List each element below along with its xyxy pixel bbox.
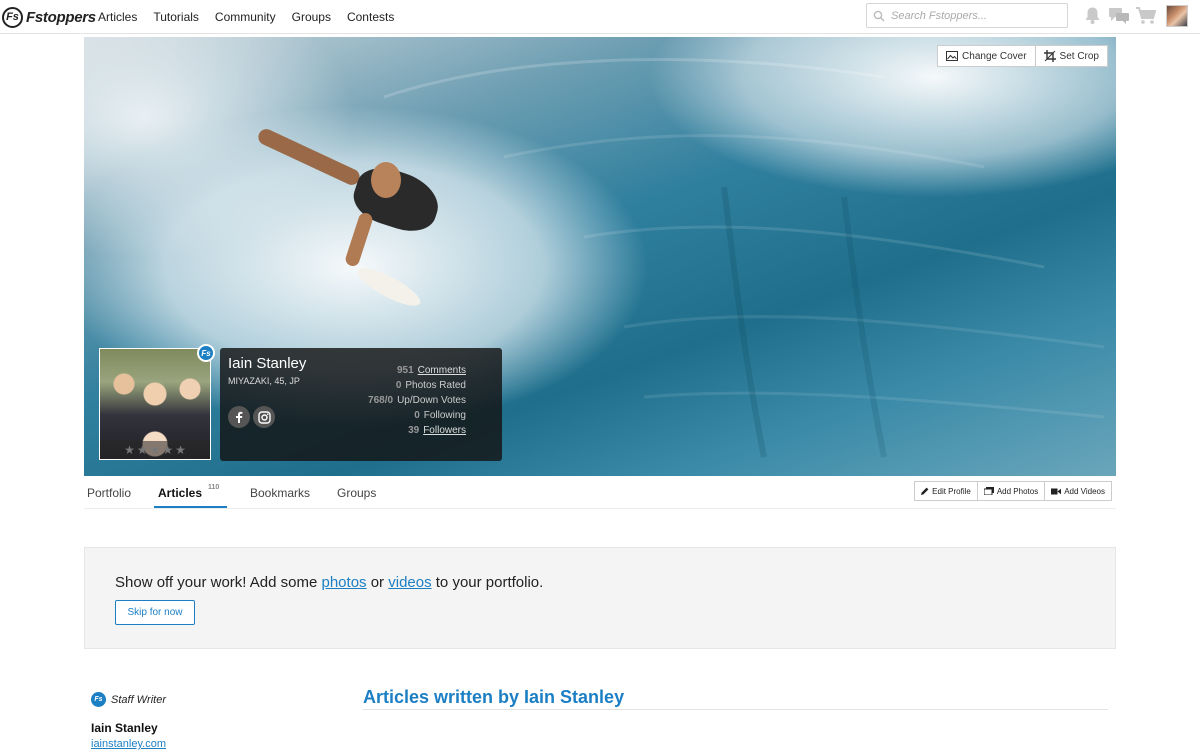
bell-icon[interactable] [1084, 6, 1101, 25]
nav-contests[interactable]: Contests [347, 10, 394, 24]
instagram-icon[interactable] [253, 406, 275, 428]
prompt-text-1: Show off your work! Add some [115, 574, 322, 591]
stat-value: 951 [396, 365, 414, 376]
videos-link[interactable]: videos [388, 574, 431, 591]
add-videos-button[interactable]: Add Videos [1044, 481, 1112, 501]
search-box [866, 3, 1068, 28]
photos-link[interactable]: photos [322, 574, 367, 591]
logo-badge: Fs [2, 6, 23, 28]
stat-value: 0 [414, 410, 420, 421]
image-icon [946, 51, 959, 61]
nav-tutorials[interactable]: Tutorials [153, 10, 199, 24]
stat-votes: 768/0 Up/Down Votes [368, 393, 466, 408]
stat-photos-rated: 0 Photos Rated [368, 378, 466, 393]
cart-icon[interactable] [1135, 6, 1157, 25]
nav-community[interactable]: Community [215, 10, 276, 24]
star-rating[interactable]: ★ ★ ★ ★ ★ [100, 441, 210, 459]
stat-label: Following [423, 410, 466, 421]
author-website-link[interactable]: iainstanley.com [91, 738, 166, 750]
profile-tabs: Portfolio Articles 110 Bookmarks Groups E… [84, 477, 1116, 509]
set-crop-label: Set Crop [1059, 50, 1099, 62]
profile-location: MIYAZAKI, 45, JP [228, 376, 300, 386]
staff-role: Staff Writer [111, 693, 167, 706]
chat-icon[interactable] [1108, 6, 1130, 25]
stat-value: 0 [395, 380, 402, 391]
star-icon[interactable]: ★ [175, 443, 186, 457]
cover-actions: Change Cover Set Crop [937, 45, 1108, 67]
logo-text: Fstoppers [26, 8, 96, 26]
prompt-text-3: to your portfolio. [431, 574, 544, 591]
change-cover-label: Change Cover [962, 50, 1027, 62]
articles-heading: Articles written by Iain Stanley [363, 687, 625, 707]
heading-divider [363, 709, 1108, 710]
star-icon[interactable]: ★ [150, 443, 161, 457]
portfolio-prompt: Show off your work! Add some photos or v… [84, 547, 1116, 649]
comments-link[interactable]: Comments [418, 365, 466, 376]
tab-bookmarks[interactable]: Bookmarks [250, 486, 310, 500]
tab-groups[interactable]: Groups [337, 486, 376, 500]
stat-followers: 39 Followers [368, 423, 466, 438]
author-name: Iain Stanley [91, 721, 158, 735]
staff-writer-badge: Fs Staff Writer [91, 692, 166, 707]
stat-value: 768/0 [368, 395, 394, 406]
nav-groups[interactable]: Groups [292, 10, 331, 24]
stat-label: Up/Down Votes [397, 395, 466, 406]
add-videos-label: Add Videos [1064, 486, 1105, 496]
stat-comments: 951 Comments [368, 363, 466, 378]
fstoppers-logo[interactable]: Fs Fstoppers [2, 5, 96, 29]
prompt-text-2: or [366, 574, 389, 591]
nav-articles[interactable]: Articles [98, 10, 137, 24]
facebook-icon[interactable] [228, 406, 250, 428]
tab-articles[interactable]: Articles 110 [158, 484, 220, 500]
fstoppers-badge-icon: Fs [91, 692, 106, 707]
skip-for-now-button[interactable]: Skip for now [115, 600, 195, 625]
pencil-icon [921, 487, 929, 495]
edit-profile-label: Edit Profile [932, 486, 971, 496]
add-photos-label: Add Photos [996, 486, 1039, 496]
stat-following: 0 Following [368, 408, 466, 423]
search-input[interactable] [889, 8, 1063, 23]
surfer-head [371, 162, 401, 198]
articles-count-badge: 110 [208, 484, 220, 491]
edit-profile-button[interactable]: Edit Profile [914, 481, 978, 501]
fstoppers-badge-icon: Fs [197, 344, 215, 362]
profile-stats: 951 Comments 0 Photos Rated 768/0 Up/Down V… [368, 363, 466, 438]
add-photos-button[interactable]: Add Photos [976, 481, 1046, 501]
profile-actions: Edit Profile Add Photos Add Videos [914, 481, 1112, 501]
crop-icon [1043, 50, 1056, 62]
video-camera-icon [1051, 488, 1062, 494]
profile-picture[interactable]: ★ ★ ★ ★ ★ [99, 348, 211, 460]
star-icon[interactable]: ★ [162, 443, 173, 457]
stat-label: Photos Rated [405, 380, 466, 391]
followers-link[interactable]: Followers [423, 425, 466, 436]
tab-articles-label: Articles [158, 486, 203, 500]
star-icon[interactable]: ★ [124, 443, 135, 457]
star-icon[interactable]: ★ [137, 443, 148, 457]
top-navbar: Fs Fstoppers Articles Tutorials Communit… [0, 0, 1200, 34]
stat-value: 39 [408, 425, 420, 436]
photos-icon [983, 487, 994, 495]
prompt-text: Show off your work! Add some photos or v… [115, 574, 543, 591]
search-icon [873, 10, 885, 22]
user-avatar[interactable] [1166, 5, 1188, 27]
active-tab-indicator [154, 506, 227, 508]
main-nav: Articles Tutorials Community Groups Cont… [98, 10, 410, 24]
tab-portfolio[interactable]: Portfolio [87, 486, 131, 500]
set-crop-button[interactable]: Set Crop [1034, 45, 1108, 67]
change-cover-button[interactable]: Change Cover [937, 45, 1036, 67]
cover-photo: Change Cover Set Crop ★ ★ ★ ★ ★ Fs Iain … [84, 37, 1116, 476]
profile-name: Iain Stanley [228, 355, 307, 372]
profile-info-card: Iain Stanley MIYAZAKI, 45, JP 951 Comment… [220, 348, 502, 461]
